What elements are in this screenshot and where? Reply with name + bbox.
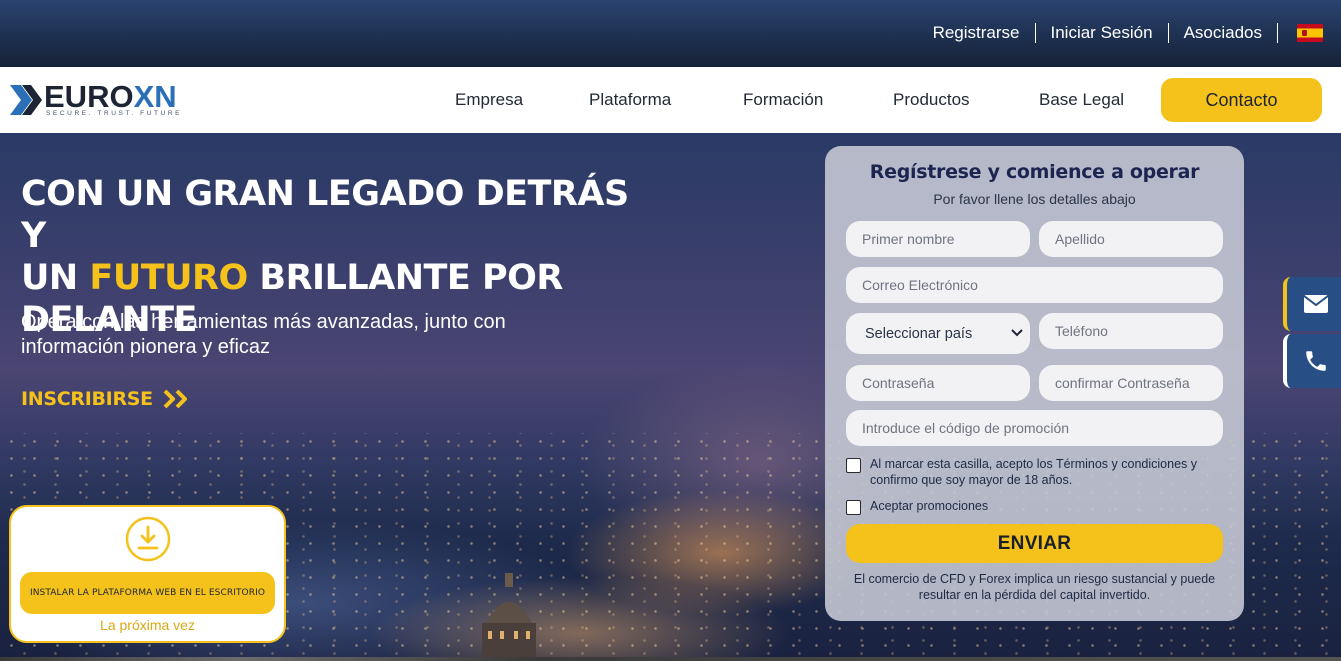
cathedral-dome-image xyxy=(482,573,536,661)
email-field[interactable] xyxy=(846,267,1223,303)
signup-cta-link[interactable]: INSCRIBIRSE xyxy=(21,386,191,412)
primary-nav: Empresa Plataforma Formación Productos B… xyxy=(0,67,1341,133)
hero-title-line-2-pre: UN xyxy=(21,258,90,298)
envelope-icon xyxy=(1303,295,1329,313)
promotions-row: Aceptar promociones xyxy=(846,498,988,515)
password-field[interactable] xyxy=(846,365,1030,401)
partners-link[interactable]: Asociados xyxy=(1169,22,1277,44)
form-subtitle: Por favor llene los detalles abajo xyxy=(933,191,1136,207)
nav-item-productos[interactable]: Productos xyxy=(893,89,970,111)
promotions-label: Aceptar promociones xyxy=(870,499,989,513)
hero-title-line-2-post: BRILLANTE POR xyxy=(247,258,563,298)
hero-title-line-1: CON UN GRAN LEGADO DETRÁS Y xyxy=(21,174,629,256)
first-name-field[interactable] xyxy=(846,221,1030,257)
spain-flag-icon[interactable] xyxy=(1297,24,1323,42)
install-app-card: INSTALAR LA PLATAFORMA WEB EN EL ESCRITO… xyxy=(9,505,286,643)
country-select[interactable]: Seleccionar país xyxy=(846,313,1030,354)
phone-icon xyxy=(1306,351,1326,371)
signup-cta-label: INSCRIBIRSE xyxy=(21,388,153,410)
top-bar: Registrarse Iniciar Sesión Asociados xyxy=(0,0,1341,67)
login-link[interactable]: Iniciar Sesión xyxy=(1036,22,1168,44)
email-contact-tab[interactable] xyxy=(1283,277,1341,331)
contact-button[interactable]: Contacto xyxy=(1161,78,1322,122)
promotions-checkbox[interactable] xyxy=(846,500,861,515)
last-name-field[interactable] xyxy=(1039,221,1223,257)
registration-form: Regístrese y comience a operar Por favor… xyxy=(825,146,1244,621)
terms-checkbox[interactable] xyxy=(846,458,861,473)
hero-title-highlight: FUTURO xyxy=(89,258,248,298)
risk-disclaimer: El comercio de CFD y Forex implica un ri… xyxy=(853,572,1216,602)
nav-item-formacion[interactable]: Formación xyxy=(743,89,823,111)
double-chevron-right-icon xyxy=(163,389,187,409)
promo-code-field[interactable] xyxy=(846,410,1223,446)
install-platform-button[interactable]: INSTALAR LA PLATAFORMA WEB EN EL ESCRITO… xyxy=(20,572,275,614)
nav-item-plataforma[interactable]: Plataforma xyxy=(589,89,671,111)
phone-field[interactable] xyxy=(1039,313,1223,349)
scroll-edge xyxy=(0,657,1341,661)
nav-item-empresa[interactable]: Empresa xyxy=(455,89,523,111)
download-icon xyxy=(125,516,171,562)
confirm-password-field[interactable] xyxy=(1039,365,1223,401)
form-title: Regístrese y comience a operar xyxy=(869,161,1200,183)
submit-button[interactable]: ENVIAR xyxy=(846,524,1223,563)
hero-subtitle: Opera con las herramientas más avanzadas… xyxy=(21,311,506,358)
terms-label: Al marcar esta casilla, acepto los Térmi… xyxy=(870,457,1197,487)
divider xyxy=(1277,23,1278,43)
account-nav: Registrarse Iniciar Sesión Asociados xyxy=(918,21,1323,45)
register-link[interactable]: Registrarse xyxy=(918,22,1035,44)
nav-item-base-legal[interactable]: Base Legal xyxy=(1039,89,1124,111)
remind-later-link[interactable]: La próxima vez xyxy=(11,617,284,633)
terms-row: Al marcar esta casilla, acepto los Térmi… xyxy=(846,456,1206,488)
phone-contact-tab[interactable] xyxy=(1283,334,1341,388)
main-header: EUROXN SECURE. TRUST. FUTURE Empresa Pla… xyxy=(0,67,1341,133)
